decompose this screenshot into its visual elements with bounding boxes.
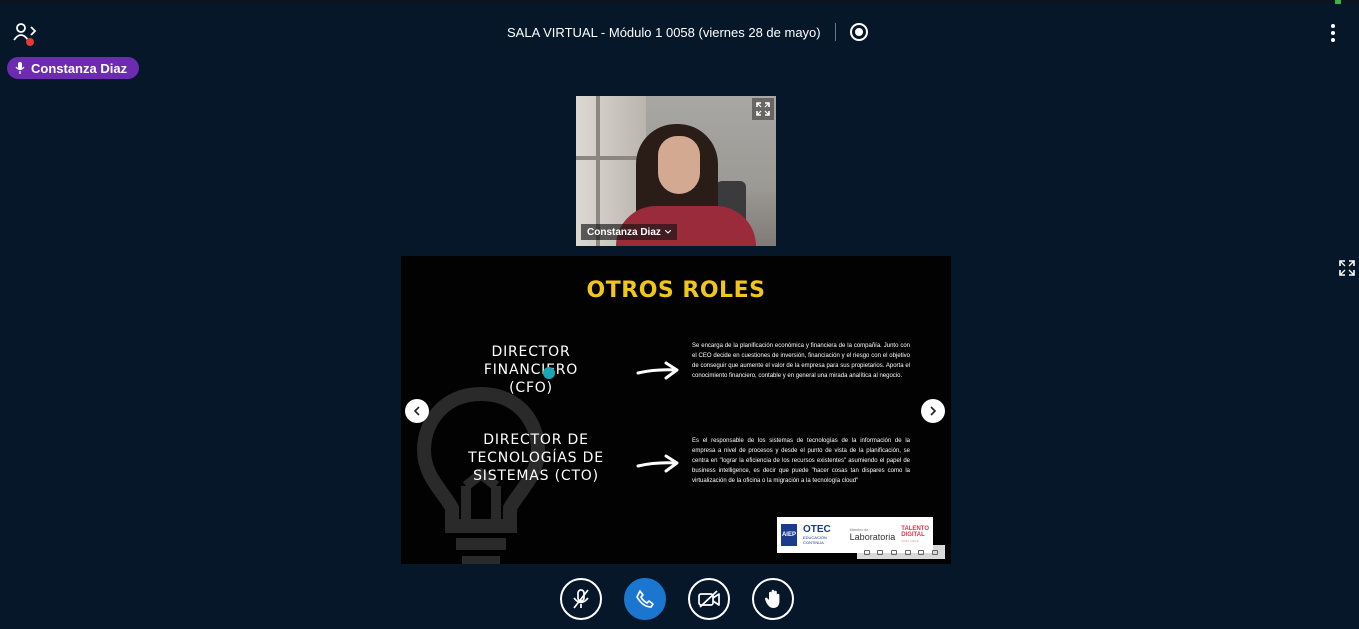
kebab-dot: [1331, 31, 1335, 35]
browser-top-strip: [0, 0, 1359, 4]
recording-button[interactable]: [849, 23, 868, 41]
fit-page-icon[interactable]: [918, 549, 925, 555]
webcam-video-tile[interactable]: Constanza Diaz: [576, 96, 776, 246]
record-icon: [854, 28, 863, 36]
role-line: TECNOLOGÍAS DE: [468, 450, 604, 466]
users-icon: [13, 23, 37, 41]
talento-logo-subtitle: PARA CHILE: [901, 539, 919, 543]
leave-audio-button[interactable]: [624, 578, 666, 620]
microphone-muted-icon: [573, 589, 589, 609]
fit-width-icon[interactable]: [877, 549, 884, 555]
expand-icon[interactable]: [932, 549, 939, 555]
phone-icon: [636, 590, 654, 608]
role-cto-label: DIRECTOR DE TECNOLOGÍAS DE SISTEMAS (CTO…: [456, 431, 616, 485]
role-line: (CFO): [509, 380, 553, 396]
raise-hand-button[interactable]: [752, 578, 794, 620]
arrow-right-icon: [636, 454, 679, 473]
arrow-right-icon: [636, 361, 679, 380]
role-line: FINANCIERO: [483, 362, 579, 378]
rotate-icon[interactable]: [863, 549, 870, 555]
webcam-user-name: Constanza Diaz: [587, 226, 661, 238]
zoom-in-icon[interactable]: [904, 549, 911, 555]
role-line: SISTEMAS (CTO): [473, 468, 599, 484]
expand-icon: [756, 102, 770, 116]
next-slide-button[interactable]: [921, 399, 945, 423]
talker-name: Constanza Diaz: [31, 60, 128, 76]
otec-logo-subtitle: EDUCACIÓN CONTINUA: [802, 535, 827, 545]
presenter-cursor: [543, 367, 555, 379]
webcam-name-tag[interactable]: Constanza Diaz: [581, 224, 677, 240]
role-line: DIRECTOR DE: [483, 432, 589, 448]
meeting-header: SALA VIRTUAL - Módulo 1 0058 (viernes 28…: [507, 23, 868, 41]
previous-slide-button[interactable]: [405, 399, 429, 423]
raise-hand-icon: [764, 589, 780, 608]
aiep-logo: AIEP: [781, 524, 797, 546]
camera-off-icon: [698, 590, 720, 608]
talento-digital-logo: TALENTO DIGITAL PARA CHILE: [901, 526, 929, 544]
talking-indicator[interactable]: Constanza Diaz: [7, 57, 140, 79]
chevron-down-icon: [664, 230, 671, 234]
share-webcam-button[interactable]: [688, 578, 730, 620]
laboratoria-logo: Miembro de Laboratoria: [850, 528, 896, 542]
chevron-left-icon: [413, 406, 420, 416]
slide-title: OTROS ROLES: [586, 278, 766, 303]
chevron-right-icon: [930, 406, 937, 416]
otec-logo-title: OTEC: [802, 524, 831, 535]
status-indicator: [1335, 0, 1341, 4]
presentation-fullscreen-button[interactable]: [1339, 260, 1355, 276]
laboratoria-logo-title: Laboratoria: [849, 532, 896, 542]
meeting-title: SALA VIRTUAL - Módulo 1 0058 (viernes 28…: [507, 24, 821, 40]
role-cfo-label: DIRECTOR FINANCIERO (CFO): [461, 343, 601, 397]
otec-logo: OTEC EDUCACIÓN CONTINUA: [802, 524, 844, 546]
user-list-toggle-button[interactable]: [12, 22, 38, 46]
cfo-description: Se encarga de la planificación económica…: [692, 343, 910, 379]
notification-dot: [26, 38, 34, 46]
slide-toolbar: [857, 545, 945, 559]
header-divider: [834, 23, 836, 41]
options-menu-button[interactable]: [1329, 24, 1337, 42]
microphone-icon: [15, 62, 25, 74]
kebab-dot: [1331, 38, 1335, 42]
presentation-area[interactable]: OTROS ROLES DIRECTOR FINANCIERO (CFO) DI…: [401, 256, 951, 564]
expand-icon: [1339, 260, 1355, 276]
media-controls: [560, 578, 794, 620]
mute-microphone-button[interactable]: [560, 578, 602, 620]
kebab-dot: [1331, 24, 1335, 28]
video-person-face: [658, 136, 700, 194]
video-fullscreen-button[interactable]: [752, 98, 774, 120]
zoom-out-icon[interactable]: [891, 549, 898, 555]
role-line: DIRECTOR: [491, 344, 571, 360]
cto-description: Es el responsable de los sistemas de tec…: [692, 438, 910, 484]
